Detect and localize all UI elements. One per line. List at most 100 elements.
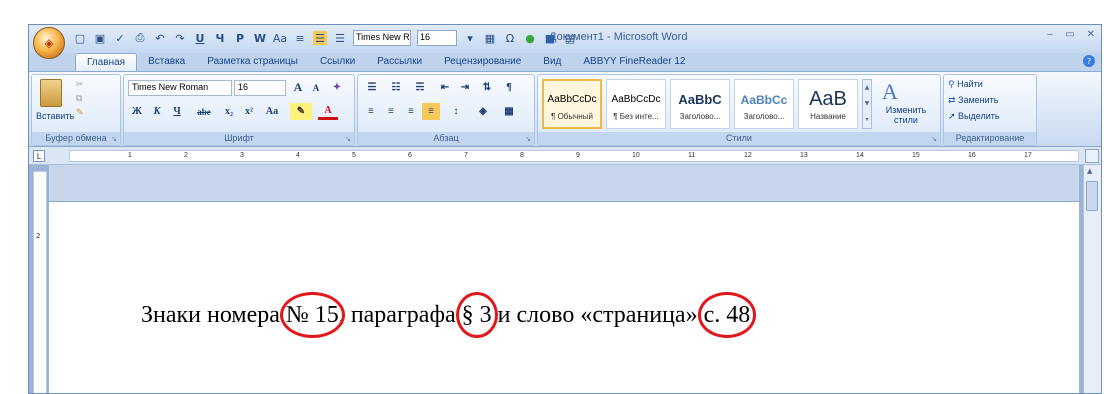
justify-active-icon[interactable]: ≡	[422, 103, 440, 120]
paragraph-launcher-icon[interactable]: ↘	[525, 135, 531, 143]
highlight-icon[interactable]: ✎	[290, 103, 312, 120]
replace-label: Заменить	[958, 95, 999, 105]
paste-button[interactable]: Вставить	[36, 111, 74, 121]
subscript-button[interactable]: x₂	[220, 103, 238, 120]
undo-icon[interactable]: ↶	[153, 31, 167, 45]
change-case-icon[interactable]: Aa	[273, 31, 287, 45]
align-icon[interactable]: ☰	[333, 31, 347, 45]
word-underline-icon[interactable]: W	[253, 31, 267, 45]
clear-format-icon[interactable]: ✦	[328, 79, 346, 96]
redo-icon[interactable]: ↷	[173, 31, 187, 45]
qat-font-size[interactable]: 16	[417, 30, 457, 46]
sort-icon[interactable]: ⇅	[478, 79, 496, 96]
select-button[interactable]: ➚ Выделить	[948, 111, 1000, 122]
shrink-font-button[interactable]: A	[308, 79, 324, 96]
ruler-number: 9	[576, 152, 580, 159]
format-painter-icon[interactable]: ✎	[76, 107, 84, 118]
copy-icon[interactable]: ⧉	[76, 93, 82, 104]
symbol-omega-icon[interactable]: Ω	[503, 31, 517, 45]
clipboard-launcher-icon[interactable]: ↘	[111, 135, 117, 143]
find-button[interactable]: ⚲ Найти	[948, 79, 983, 90]
font-color-icon[interactable]: A	[318, 103, 338, 120]
quick-access-toolbar: ▢ ▣ ✓ ⎙ ↶ ↷ U Ч P W Aa ≡ ☰ ☰ Times New R…	[73, 30, 577, 46]
paste-icon[interactable]	[40, 79, 62, 107]
tab-home[interactable]: Главная	[75, 53, 138, 71]
cut-icon[interactable]: ✂	[76, 79, 84, 90]
view-ruler-icon[interactable]	[1085, 149, 1099, 163]
print-icon[interactable]: ⎙	[133, 31, 147, 45]
bold-button[interactable]: Ж	[128, 103, 146, 120]
change-styles-icon[interactable]: A	[882, 79, 898, 105]
style-no-spacing[interactable]: AaBbCcDc ¶ Без инте...	[606, 79, 666, 129]
annotation-circle	[455, 292, 498, 338]
multilevel-list-icon[interactable]: ☴	[410, 79, 430, 96]
qat-font-name[interactable]: Times New Ro	[353, 30, 411, 46]
strikethrough-button[interactable]: abe	[192, 103, 216, 120]
style-heading-2[interactable]: AaBbCc Заголово...	[734, 79, 794, 129]
word-window: ◈ ▢ ▣ ✓ ⎙ ↶ ↷ U Ч P W Aa ≡ ☰ ☰ Times New…	[28, 24, 1102, 394]
vertical-scrollbar[interactable]: ▲	[1083, 165, 1101, 393]
change-styles-button[interactable]: Изменить стили	[878, 105, 934, 125]
editing-group: ⚲ Найти ⇄ Заменить ➚ Выделить Редактиров…	[943, 74, 1037, 146]
tab-view[interactable]: Вид	[532, 53, 572, 71]
font-size-combo[interactable]: 16	[234, 80, 286, 96]
new-document-icon[interactable]: ▢	[73, 31, 87, 45]
shading-icon[interactable]: ◈	[472, 103, 494, 120]
increase-indent-icon[interactable]: ⇥	[456, 79, 474, 96]
scroll-up-icon[interactable]: ▲	[1087, 167, 1092, 175]
numbering-icon[interactable]: ☷	[386, 79, 406, 96]
replace-button[interactable]: ⇄ Заменить	[948, 95, 999, 106]
tab-abbyy[interactable]: ABBYY FineReader 12	[572, 53, 696, 71]
tab-mailings[interactable]: Рассылки	[366, 53, 433, 71]
scroll-thumb[interactable]	[1086, 181, 1098, 211]
maximize-icon[interactable]: ▭	[1065, 29, 1074, 40]
font-name-combo[interactable]: Times New Roman	[128, 80, 232, 96]
line-spacing-icon[interactable]: ≡	[293, 31, 307, 45]
document-paragraph[interactable]: Знаки номера № 15, параграфа § 3 и слово…	[141, 302, 750, 329]
tab-references[interactable]: Ссылки	[309, 53, 366, 71]
style-title[interactable]: AaB Название	[798, 79, 858, 129]
pilcrow-icon[interactable]: ¶	[500, 79, 518, 96]
styles-scroll-icon[interactable]: ▲ ▼ ▾	[862, 79, 872, 129]
editing-group-label: Редактирование	[944, 132, 1036, 145]
font-launcher-icon[interactable]: ↘	[345, 135, 351, 143]
italic-button[interactable]: К	[148, 103, 166, 120]
style-heading-1[interactable]: AaBbC Заголово...	[670, 79, 730, 129]
tab-page-layout[interactable]: Разметка страницы	[196, 53, 309, 71]
office-button[interactable]: ◈	[33, 27, 65, 59]
align-right-icon[interactable]: ≡	[402, 103, 420, 120]
style-normal[interactable]: AaBbCcDc ¶ Обычный	[542, 79, 602, 129]
superscript-button[interactable]: x²	[240, 103, 258, 120]
ruler-track[interactable]: 1 2 3 4 5 6 7 8 9 10 11 12 13 14 15 16 17	[69, 150, 1079, 162]
style-sample: AaB	[809, 88, 847, 110]
dropdown-icon[interactable]: ▾	[463, 31, 477, 45]
help-icon[interactable]: ?	[1083, 55, 1095, 67]
borders-icon[interactable]: ▦	[498, 103, 520, 120]
strikethrough-icon[interactable]: P	[233, 31, 247, 45]
document-page[interactable]: Знаки номера № 15, параграфа § 3 и слово…	[49, 201, 1079, 393]
tab-insert[interactable]: Вставка	[137, 53, 196, 71]
align-center-icon[interactable]: ≡	[382, 103, 400, 120]
tab-review[interactable]: Рецензирование	[433, 53, 532, 71]
double-underline-icon[interactable]: Ч	[213, 31, 227, 45]
minimize-icon[interactable]: ‒	[1047, 29, 1053, 40]
underline-icon[interactable]: U	[193, 31, 207, 45]
insert-table-icon[interactable]: ▦	[483, 31, 497, 45]
grow-font-button[interactable]: A	[290, 79, 306, 96]
justify-icon[interactable]: ☰	[313, 31, 327, 45]
close-icon[interactable]: ✕	[1087, 29, 1095, 40]
style-name: Название	[810, 111, 846, 121]
styles-launcher-icon[interactable]: ↘	[931, 135, 937, 143]
change-case-button[interactable]: Aa	[262, 103, 282, 120]
clipboard-label: Буфер обмена	[32, 132, 120, 145]
line-spacing-button-icon[interactable]: ↕	[446, 103, 466, 120]
spelling-icon[interactable]: ✓	[113, 31, 127, 45]
ribbon: Вставить ✂ ⧉ ✎ Буфер обмена ↘ Times New …	[29, 71, 1101, 147]
tab-selector[interactable]: L	[33, 150, 45, 162]
green-circle-icon[interactable]: ●	[523, 31, 537, 45]
decrease-indent-icon[interactable]: ⇤	[436, 79, 454, 96]
align-left-icon[interactable]: ≡	[362, 103, 380, 120]
bullets-icon[interactable]: ☰	[362, 79, 382, 96]
open-icon[interactable]: ▣	[93, 31, 107, 45]
underline-button[interactable]: Ч	[168, 103, 186, 120]
